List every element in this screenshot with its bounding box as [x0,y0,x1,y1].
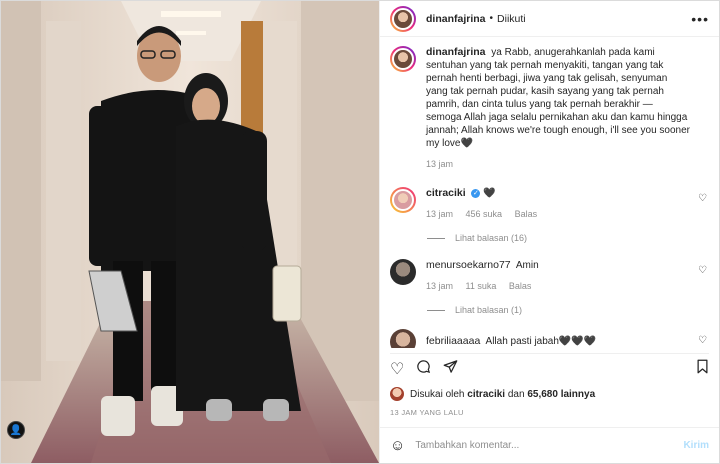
comment-item: menursoekarno77 Amin 13 jam 11 suka Bala… [390,259,709,293]
heart-icon[interactable]: ♡ [390,359,404,379]
instagram-post: 👤 dinanfajrina • Diikuti ••• dinanfajrin… [0,0,720,464]
liked-by: Disukai oleh citraciki dan 65,680 lainny… [390,387,709,401]
author-avatar[interactable] [390,5,416,32]
commenter-username[interactable]: citraciki [426,187,466,199]
post-comment-button[interactable]: Kirim [683,440,709,451]
comment-text: 🖤 [483,188,496,199]
photo-illustration [1,1,379,463]
posted-time[interactable]: 13 JAM YANG LALU [390,408,464,417]
liked-by-user[interactable]: citraciki [467,389,505,400]
bookmark-icon[interactable] [696,359,709,379]
view-replies[interactable]: Lihat balasan (1) [427,305,709,315]
likes-count[interactable]: 65,680 lainnya [527,389,595,400]
comments-list: dinanfajrina ya Rabb, anugerahkanlah pad… [380,38,719,348]
verified-badge-icon: ✓ [471,188,481,198]
comment-like-heart-icon[interactable]: ♡ [698,193,707,204]
comment-time[interactable]: 13 jam [426,281,453,291]
comment-meta: 13 jam 11 suka Balas [426,280,691,293]
comment-item: febriliaaaaa Allah pasti jabah🖤🖤🖤 ♡ [390,329,709,348]
comment-item: citraciki ✓ 🖤 13 jam 456 suka Balas ♡ [390,187,709,221]
post-sidebar: dinanfajrina • Diikuti ••• dinanfajrina … [379,1,719,463]
post-photo[interactable]: 👤 [1,1,379,463]
liked-by-prefix: Disukai oleh [410,388,465,400]
comment-time[interactable]: 13 jam [426,209,453,219]
caption-time[interactable]: 13 jam [426,159,453,169]
reply-button[interactable]: Balas [509,281,532,291]
comment-like-heart-icon[interactable]: ♡ [698,265,707,276]
view-replies-label[interactable]: Lihat balasan (1) [455,305,522,315]
comment-icon[interactable] [416,359,431,379]
commenter-avatar[interactable] [390,329,416,348]
comment-like-heart-icon[interactable]: ♡ [698,335,707,346]
caption: dinanfajrina ya Rabb, anugerahkanlah pad… [390,46,709,171]
more-icon[interactable]: ••• [691,11,709,27]
liker-avatar[interactable] [390,387,404,401]
comment-text: Allah pasti jabah🖤🖤🖤 [485,336,597,347]
comment-text: Amin [515,260,539,271]
replies-line [427,309,445,311]
commenter-avatar[interactable] [390,259,416,285]
separator-dot: • [489,13,494,24]
caption-text: ya Rabb, anugerahkanlah pada kami sentuh… [426,47,690,149]
comment-meta: 13 jam 456 suka Balas [426,208,691,221]
view-replies[interactable]: Lihat balasan (16) [427,233,709,243]
post-actions: ♡ [390,353,709,379]
post-header: dinanfajrina • Diikuti ••• [380,1,719,37]
emoji-icon[interactable]: ☺ [390,437,405,454]
author-username[interactable]: dinanfajrina [426,13,486,25]
send-icon[interactable] [443,359,458,379]
commenter-username[interactable]: menursoekarno77 [426,259,511,271]
replies-line [427,237,445,239]
comment-box: ☺ Kirim [380,427,719,463]
view-replies-label[interactable]: Lihat balasan (16) [455,233,527,243]
commenter-avatar[interactable] [390,187,416,213]
comment-likes[interactable]: 456 suka [466,209,503,219]
user-tag-icon[interactable]: 👤 [7,421,25,439]
commenter-username[interactable]: febriliaaaaa [426,335,480,347]
comment-input[interactable] [415,440,684,451]
liked-by-mid: dan [507,388,525,400]
comment-likes[interactable]: 11 suka [466,281,497,291]
reply-button[interactable]: Balas [515,209,538,219]
caption-meta: 13 jam [426,158,691,171]
caption-avatar[interactable] [390,46,416,72]
caption-username[interactable]: dinanfajrina [426,46,486,58]
follow-status[interactable]: Diikuti [497,13,526,25]
